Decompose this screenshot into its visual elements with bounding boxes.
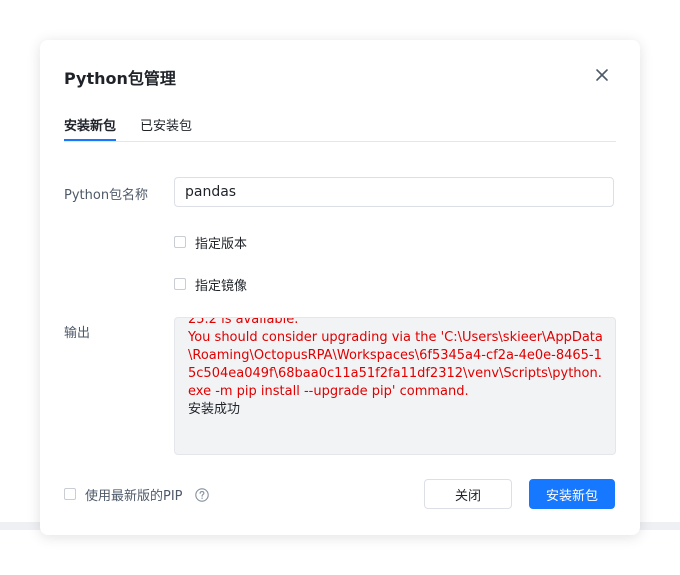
tab-installed-packages[interactable]: 已安装包 xyxy=(140,115,192,141)
specify-mirror-option[interactable]: 指定镜像 xyxy=(174,276,248,294)
package-name-label: Python包名称 xyxy=(64,188,149,203)
specify-version-label: 指定版本 xyxy=(195,236,248,252)
tab-bar: 安装新包 已安装包 xyxy=(64,115,616,142)
tab-install-new-package[interactable]: 安装新包 xyxy=(64,115,117,141)
output-label: 输出 xyxy=(64,326,91,341)
output-line: 25.2 is available. xyxy=(188,317,299,327)
package-name-input[interactable] xyxy=(174,177,614,207)
output-console[interactable]: 25.2 is available. You should consider u… xyxy=(174,317,616,455)
use-latest-pip-option[interactable]: 使用最新版的PIP xyxy=(64,486,209,504)
use-latest-pip-checkbox[interactable] xyxy=(64,488,76,500)
specify-version-checkbox[interactable] xyxy=(174,236,186,248)
specify-version-option[interactable]: 指定版本 xyxy=(174,234,248,252)
close-icon[interactable] xyxy=(592,65,612,85)
close-button[interactable]: 关闭 xyxy=(424,479,512,509)
python-package-dialog: Python包管理 安装新包 已安装包 Python包名称 指定版本 指定镜像 … xyxy=(40,40,640,535)
specify-mirror-label: 指定镜像 xyxy=(195,278,248,294)
dialog-title: Python包管理 xyxy=(64,69,176,88)
output-line: You should consider upgrading via the 'C… xyxy=(188,330,603,399)
output-text: 25.2 is available. You should consider u… xyxy=(188,317,605,419)
install-package-button[interactable]: 安装新包 xyxy=(529,479,615,509)
use-latest-pip-label: 使用最新版的PIP xyxy=(85,488,183,504)
output-success-line: 安装成功 xyxy=(188,402,241,417)
question-circle-icon[interactable] xyxy=(194,487,209,502)
specify-mirror-checkbox[interactable] xyxy=(174,278,186,290)
